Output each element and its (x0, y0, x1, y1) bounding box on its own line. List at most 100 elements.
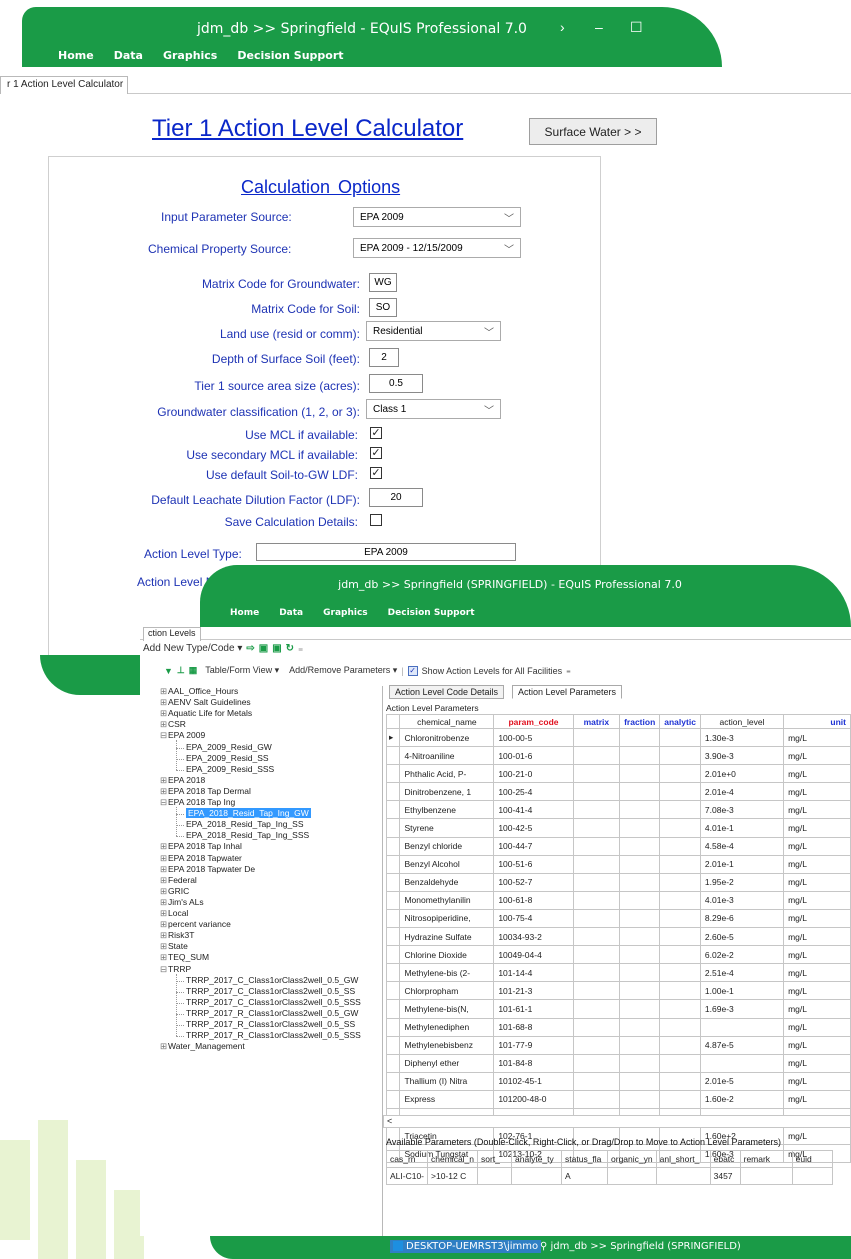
cell-fraction[interactable] (619, 963, 661, 983)
cell-matrix[interactable] (572, 746, 621, 766)
horizontal-scrollbar[interactable]: < (383, 1115, 851, 1128)
expand-icon[interactable]: ⊞ (160, 930, 168, 941)
cell-fraction[interactable] (619, 890, 661, 910)
current-row-indicator-icon[interactable]: ▸ (385, 727, 401, 748)
cell-chemical-name[interactable]: Methylene-bis(N, (399, 999, 495, 1019)
tree-leaf[interactable]: EPA_2018_Resid_Tap_Ing_SS (176, 819, 304, 830)
window1-minimize-button[interactable]: – (595, 19, 603, 35)
table-row[interactable]: Nitrosopiperidine, 100-75-4 8.29e-6 mg/L (385, 908, 851, 929)
cell-analytic[interactable] (659, 800, 701, 820)
table-row[interactable]: Dinitrobenzene, 1 100-25-4 2.01e-4 mg/L (385, 782, 851, 802)
cell-analytic[interactable] (659, 1071, 701, 1091)
cell-fraction[interactable] (619, 927, 661, 947)
tree-node[interactable]: ⊞EPA 2018 Tapwater De (160, 864, 255, 875)
table-row[interactable]: Thallium (I) Nitra 10102-45-1 2.01e-5 mg/L (385, 1071, 851, 1091)
cell-matrix[interactable] (572, 981, 621, 1001)
cell-param-code[interactable]: 101-84-8 (493, 1053, 574, 1073)
table-row[interactable]: Benzyl chloride 100-44-7 4.58e-4 mg/L (385, 836, 851, 856)
table-row[interactable]: Phthalic Acid, P- 100-21-0 2.01e+0 mg/L (385, 764, 851, 784)
tree-leaf[interactable]: EPA_2018_Resid_Tap_Ing_GW (176, 808, 311, 819)
tree-node[interactable]: ⊞Local (160, 908, 188, 919)
cell-fraction[interactable] (619, 746, 661, 766)
tree-leaf[interactable]: TRRP_2017_R_Class1orClass2well_0.5_SS (176, 1019, 355, 1030)
cell-param-code[interactable]: 100-41-4 (493, 800, 574, 820)
cell-analytic[interactable] (659, 872, 701, 892)
cell-action-level[interactable]: 8.29e-6 (699, 908, 785, 929)
cell-unit[interactable]: mg/L (783, 981, 851, 1001)
cell-fraction[interactable] (619, 1071, 661, 1091)
row-selector[interactable] (385, 800, 401, 820)
row-selector[interactable] (385, 981, 401, 1001)
cell-param-code[interactable]: 10102-45-1 (493, 1071, 574, 1091)
tree-leaf[interactable]: TRRP_2017_C_Class1orClass2well_0.5_SSS (176, 997, 361, 1008)
cell-action-level[interactable]: 7.08e-3 (699, 800, 785, 820)
expand-icon[interactable]: ⊞ (160, 952, 168, 963)
available-cell[interactable] (739, 1167, 793, 1185)
cell-unit[interactable]: mg/L (783, 727, 851, 748)
row-selector[interactable] (385, 764, 401, 784)
available-cell[interactable] (477, 1167, 513, 1185)
cell-param-code[interactable]: 100-52-7 (493, 872, 574, 892)
cell-action-level[interactable]: 2.51e-4 (699, 963, 785, 983)
cell-fraction[interactable] (619, 981, 661, 1001)
cell-fraction[interactable] (619, 1089, 661, 1109)
table-row[interactable]: Methylenediphen 101-68-8 mg/L (385, 1017, 851, 1037)
cell-matrix[interactable] (572, 890, 621, 910)
cell-matrix[interactable] (572, 727, 621, 748)
available-column-header[interactable]: status_fla (561, 1150, 609, 1168)
cell-analytic[interactable] (659, 746, 701, 766)
cell-chemical-name[interactable]: Chlorine Dioxide (399, 945, 495, 965)
cell-matrix[interactable] (572, 764, 621, 784)
cell-action-level[interactable]: 3.90e-3 (699, 746, 785, 766)
tree-node[interactable]: ⊞Water_Management (160, 1041, 245, 1052)
cell-fraction[interactable] (619, 782, 661, 802)
expand-icon[interactable]: ⊞ (160, 875, 168, 886)
tree-node[interactable]: ⊞Federal (160, 875, 197, 886)
cell-analytic[interactable] (659, 854, 701, 874)
available-column-header[interactable]: remark (739, 1150, 793, 1168)
cell-unit[interactable]: mg/L (783, 872, 851, 892)
cell-analytic[interactable] (659, 945, 701, 965)
table-form-view-button[interactable]: Table/Form View ▾ (205, 665, 279, 676)
tree-node[interactable]: ⊞TEQ_SUM (160, 952, 209, 963)
add-remove-params-button[interactable]: Add/Remove Parameters ▾ (289, 665, 397, 676)
cell-chemical-name[interactable]: Methylene-bis (2- (399, 963, 495, 983)
cell-param-code[interactable]: 100-25-4 (493, 782, 574, 802)
cell-fraction[interactable] (619, 908, 661, 929)
tree-node[interactable]: ⊟EPA 2009 (160, 730, 205, 741)
cell-chemical-name[interactable]: Methylenebisbenz (399, 1035, 495, 1055)
tree-node[interactable]: ⊞EPA 2018 Tap Inhal (160, 841, 242, 852)
cell-matrix[interactable] (572, 1053, 621, 1073)
cell-unit[interactable]: mg/L (783, 800, 851, 820)
matrix-gw-field[interactable]: WG (369, 273, 397, 292)
cell-matrix[interactable] (572, 818, 621, 838)
row-selector[interactable] (385, 1035, 401, 1055)
available-cell[interactable] (655, 1167, 711, 1185)
cell-analytic[interactable] (659, 818, 701, 838)
cell-analytic[interactable] (659, 1035, 701, 1055)
row-selector[interactable] (385, 818, 401, 838)
available-column-header[interactable]: cas_rn (385, 1150, 429, 1168)
cell-param-code[interactable]: 100-44-7 (493, 836, 574, 856)
table-row[interactable]: 4-Nitroaniline 100-01-6 3.90e-3 mg/L (385, 746, 851, 766)
cell-matrix[interactable] (572, 999, 621, 1019)
chem-prop-source-select[interactable]: EPA 2009 - 12/15/2009 ﹀ (353, 238, 521, 258)
table-row[interactable]: Methylene-bis (2- 101-14-4 2.51e-4 mg/L (385, 963, 851, 983)
cell-analytic[interactable] (659, 981, 701, 1001)
available-column-header[interactable]: organic_yn (607, 1150, 657, 1168)
menu-decision-support[interactable]: Decision Support (388, 608, 475, 618)
cell-matrix[interactable] (572, 1035, 621, 1055)
tree-node[interactable]: ⊞AENV Salt Guidelines (160, 697, 251, 708)
table-row[interactable]: Methylenebisbenz 101-77-9 4.87e-5 mg/L (385, 1035, 851, 1055)
cell-param-code[interactable]: 100-21-0 (493, 764, 574, 784)
cell-chemical-name[interactable]: Nitrosopiperidine, (399, 908, 495, 929)
refresh-icon[interactable]: ↻ (286, 643, 294, 654)
cell-action-level[interactable] (699, 1053, 785, 1073)
table-row[interactable]: Chlorpropham 101-21-3 1.00e-1 mg/L (385, 981, 851, 1001)
save-icon[interactable]: ▣ (259, 643, 268, 654)
cell-chemical-name[interactable]: Diphenyl ether (399, 1053, 495, 1073)
filter-icon[interactable]: ▼ (164, 666, 173, 676)
expand-icon[interactable]: ⊞ (160, 941, 168, 952)
cell-matrix[interactable] (572, 1071, 621, 1091)
available-column-header[interactable]: ebatc (709, 1150, 741, 1168)
